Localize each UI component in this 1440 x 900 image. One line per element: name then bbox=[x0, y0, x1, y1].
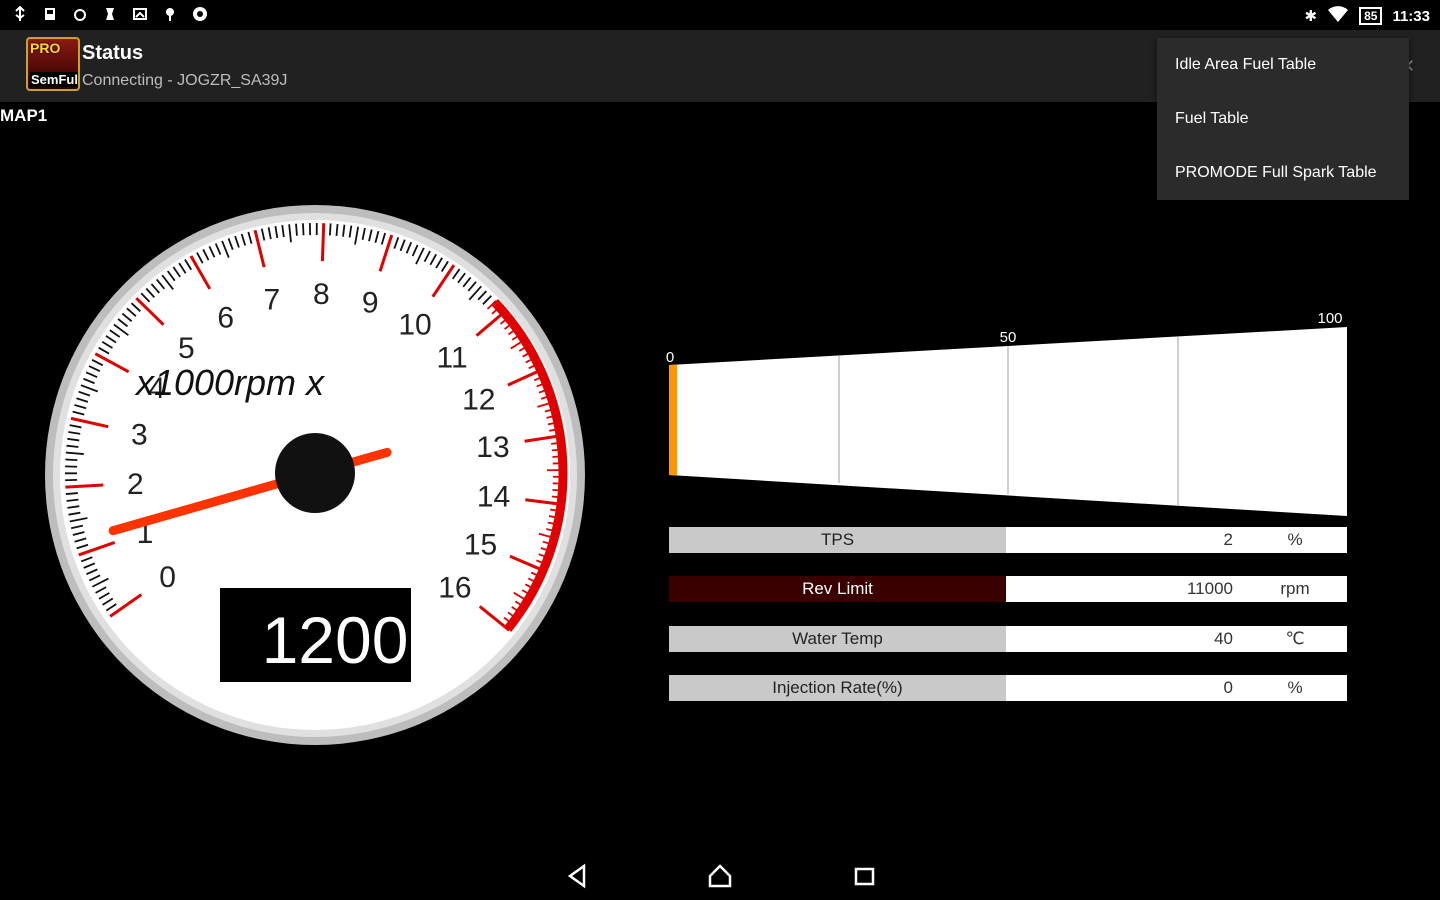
system-nav-bar bbox=[0, 850, 1440, 900]
row-water-temp: Water Temp 40 ℃ bbox=[669, 626, 1347, 652]
app-logo-bottom-text: SemFull bbox=[30, 72, 78, 87]
throttle-bar-gauge: 0 50 100 bbox=[666, 310, 1347, 516]
wifi-icon bbox=[1327, 5, 1349, 27]
row-unit: % bbox=[1287, 678, 1303, 697]
home-icon bbox=[708, 864, 732, 888]
app-logo-icon[interactable]: PRO SemFull bbox=[26, 37, 80, 91]
row-unit: rpm bbox=[1280, 579, 1310, 598]
battery-icon: 85 bbox=[1359, 7, 1383, 25]
row-injection-rate: Injection Rate(%) 0 % bbox=[669, 675, 1347, 701]
gauge-tick bbox=[302, 223, 305, 236]
row-unit: ℃ bbox=[1285, 629, 1305, 648]
gauge-needle-hub bbox=[275, 433, 355, 513]
gauge-tick bbox=[335, 223, 339, 237]
gauge-tick-label: 6 bbox=[217, 302, 234, 335]
map-label: MAP1 bbox=[0, 106, 48, 125]
back-button[interactable] bbox=[564, 862, 592, 890]
throttle-mid-label: 50 bbox=[1000, 329, 1017, 346]
gauge-tick-label: 5 bbox=[178, 332, 195, 365]
gauge-tick-label: 10 bbox=[398, 308, 431, 341]
page-title: Status bbox=[82, 42, 144, 64]
gauge-tick-label: 8 bbox=[313, 278, 330, 311]
gauge-tick-label: 0 bbox=[159, 561, 176, 594]
gauge-tick bbox=[320, 223, 326, 262]
throttle-max-label: 100 bbox=[1317, 310, 1342, 327]
row-label: TPS bbox=[669, 527, 1006, 553]
row-tps: TPS 2 % bbox=[669, 527, 1347, 553]
gauge-tick-label: 14 bbox=[477, 481, 510, 514]
row-value: 0 bbox=[1223, 678, 1233, 697]
row-value: 2 bbox=[1223, 530, 1233, 549]
bug-icon bbox=[72, 6, 88, 22]
row-rev-limit: Rev Limit 11000 rpm bbox=[669, 576, 1347, 602]
connection-status: Connecting - JOGZR_SA39J bbox=[82, 72, 288, 89]
row-value: 11000 bbox=[1186, 579, 1233, 598]
menu-item-fuel-table[interactable]: Fuel Table bbox=[1157, 92, 1409, 146]
gauge-tick-label: 3 bbox=[131, 419, 148, 452]
gauge-tick-label: 13 bbox=[476, 431, 509, 464]
home-button[interactable] bbox=[706, 862, 734, 890]
row-label: Water Temp bbox=[669, 626, 1006, 652]
gauge-tick-label: 2 bbox=[127, 468, 144, 501]
throttle-min-label: 0 bbox=[666, 349, 674, 366]
gauge-tick-label: 12 bbox=[462, 383, 495, 416]
clock: 11:33 bbox=[1392, 7, 1430, 25]
row-value-cell: 2 % bbox=[1006, 527, 1347, 553]
gauge-tick bbox=[328, 223, 332, 236]
row-label: Rev Limit bbox=[669, 576, 1006, 602]
gauge-tick-label: 15 bbox=[464, 529, 497, 562]
row-value: 40 bbox=[1214, 629, 1233, 648]
back-icon bbox=[567, 863, 586, 889]
clean-icon bbox=[102, 6, 118, 22]
menu-item-promode-full-spark-table[interactable]: PROMODE Full Spark Table bbox=[1157, 146, 1409, 200]
overflow-menu: Idle Area Fuel Table Fuel Table PROMODE … bbox=[1157, 38, 1409, 200]
gauge-tick-label: 9 bbox=[362, 287, 379, 320]
menu-item-idle-area-fuel-table[interactable]: Idle Area Fuel Table bbox=[1157, 38, 1409, 92]
tachometer-gauge: 01234567 8 910111213141516 x1000rpm x 1200 bbox=[45, 205, 585, 745]
gauge-tick-label: 11 bbox=[437, 341, 468, 374]
recents-button[interactable] bbox=[851, 862, 879, 890]
row-label: Injection Rate(%) bbox=[669, 675, 1006, 701]
sd-card-icon bbox=[42, 6, 58, 22]
row-value-cell: 0 % bbox=[1006, 675, 1347, 701]
image-icon bbox=[132, 6, 148, 22]
pin-icon bbox=[162, 6, 178, 22]
gauge-tick bbox=[65, 492, 78, 495]
gauge-tick bbox=[65, 458, 78, 462]
bluetooth-icon: ✱ bbox=[1304, 8, 1318, 25]
row-value-cell: 11000 rpm bbox=[1006, 576, 1347, 602]
rpm-display-value: 1200 bbox=[262, 603, 409, 677]
gauge-unit-label: x1000rpm x bbox=[134, 362, 326, 403]
gauge-tick-label: 7 bbox=[263, 283, 280, 316]
system-status-bar: ✱ 85 11:33 bbox=[0, 0, 1440, 30]
app-notification-icon bbox=[192, 6, 208, 22]
battery-level: 85 bbox=[1359, 7, 1383, 25]
status-right: ✱ 85 11:33 bbox=[1305, 5, 1430, 27]
row-unit: % bbox=[1287, 530, 1303, 549]
gauge-tick bbox=[295, 223, 298, 236]
app-logo-top-text: PRO bbox=[30, 40, 61, 56]
recents-icon bbox=[854, 867, 875, 886]
usb-icon bbox=[12, 5, 28, 22]
row-value-cell: 40 ℃ bbox=[1006, 626, 1347, 652]
notification-icons bbox=[12, 5, 208, 22]
gauge-tick-label: 16 bbox=[438, 571, 471, 604]
throttle-bar-fill bbox=[669, 364, 678, 476]
